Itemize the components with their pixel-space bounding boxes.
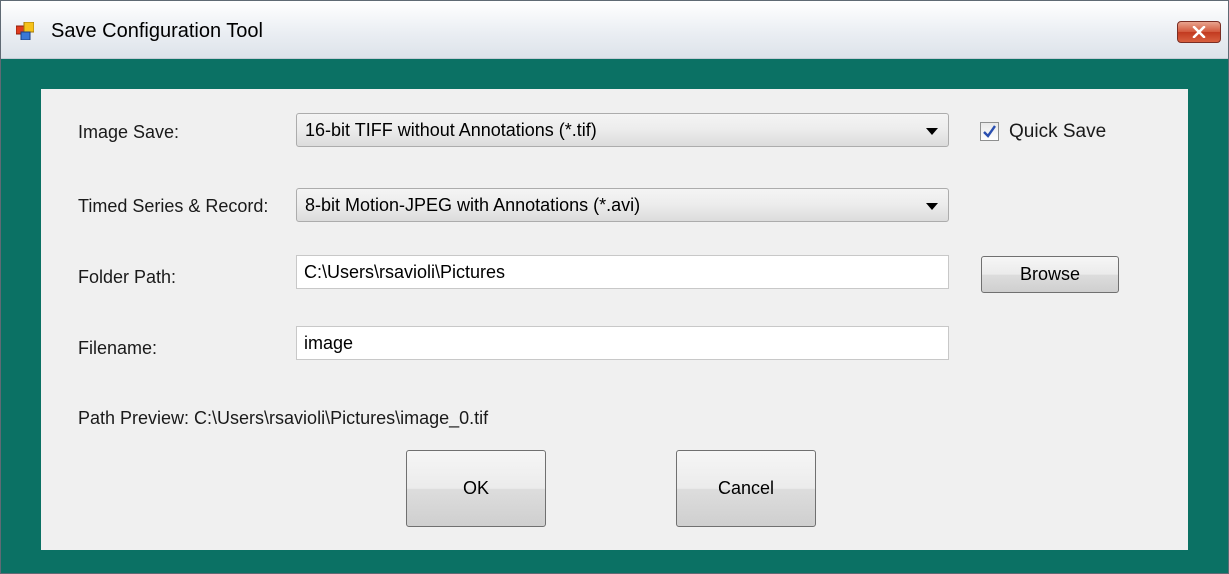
- close-icon: [1192, 26, 1206, 38]
- image-save-selected-value: 16-bit TIFF without Annotations (*.tif): [305, 120, 597, 140]
- chevron-down-icon: [926, 128, 938, 135]
- timed-series-dropdown[interactable]: 8-bit Motion-JPEG with Annotations (*.av…: [296, 188, 949, 222]
- path-preview: Path Preview: C:\Users\rsavioli\Pictures…: [78, 408, 489, 428]
- image-save-dropdown[interactable]: 16-bit TIFF without Annotations (*.tif): [296, 113, 949, 147]
- folder-path-label: Folder Path:: [78, 267, 177, 287]
- close-button[interactable]: [1177, 21, 1221, 43]
- chevron-down-icon: [926, 203, 938, 210]
- folder-path-value: C:\Users\rsavioli\Pictures: [304, 262, 506, 282]
- filename-input[interactable]: image: [296, 326, 949, 360]
- window-title: Save Configuration Tool: [51, 20, 263, 42]
- quick-save-label[interactable]: Quick Save: [1009, 121, 1106, 143]
- cancel-button[interactable]: Cancel: [676, 450, 816, 527]
- app-window-icon: [16, 22, 34, 40]
- title-bar[interactable]: Save Configuration Tool: [1, 1, 1228, 59]
- image-save-label: Image Save:: [78, 122, 180, 142]
- filename-label: Filename:: [78, 338, 158, 358]
- timed-series-label: Timed Series & Record:: [78, 196, 269, 216]
- save-configuration-window: Save Configuration Tool Image Save: 16-b…: [0, 0, 1229, 574]
- folder-path-input[interactable]: C:\Users\rsavioli\Pictures: [296, 255, 949, 289]
- checkmark-icon: [983, 125, 996, 138]
- timed-series-selected-value: 8-bit Motion-JPEG with Annotations (*.av…: [305, 195, 641, 215]
- form-panel: Image Save: 16-bit TIFF without Annotati…: [41, 89, 1188, 550]
- ok-button[interactable]: OK: [406, 450, 546, 527]
- quick-save-checkbox[interactable]: [980, 122, 999, 141]
- filename-value: image: [304, 333, 354, 353]
- browse-button[interactable]: Browse: [981, 256, 1119, 293]
